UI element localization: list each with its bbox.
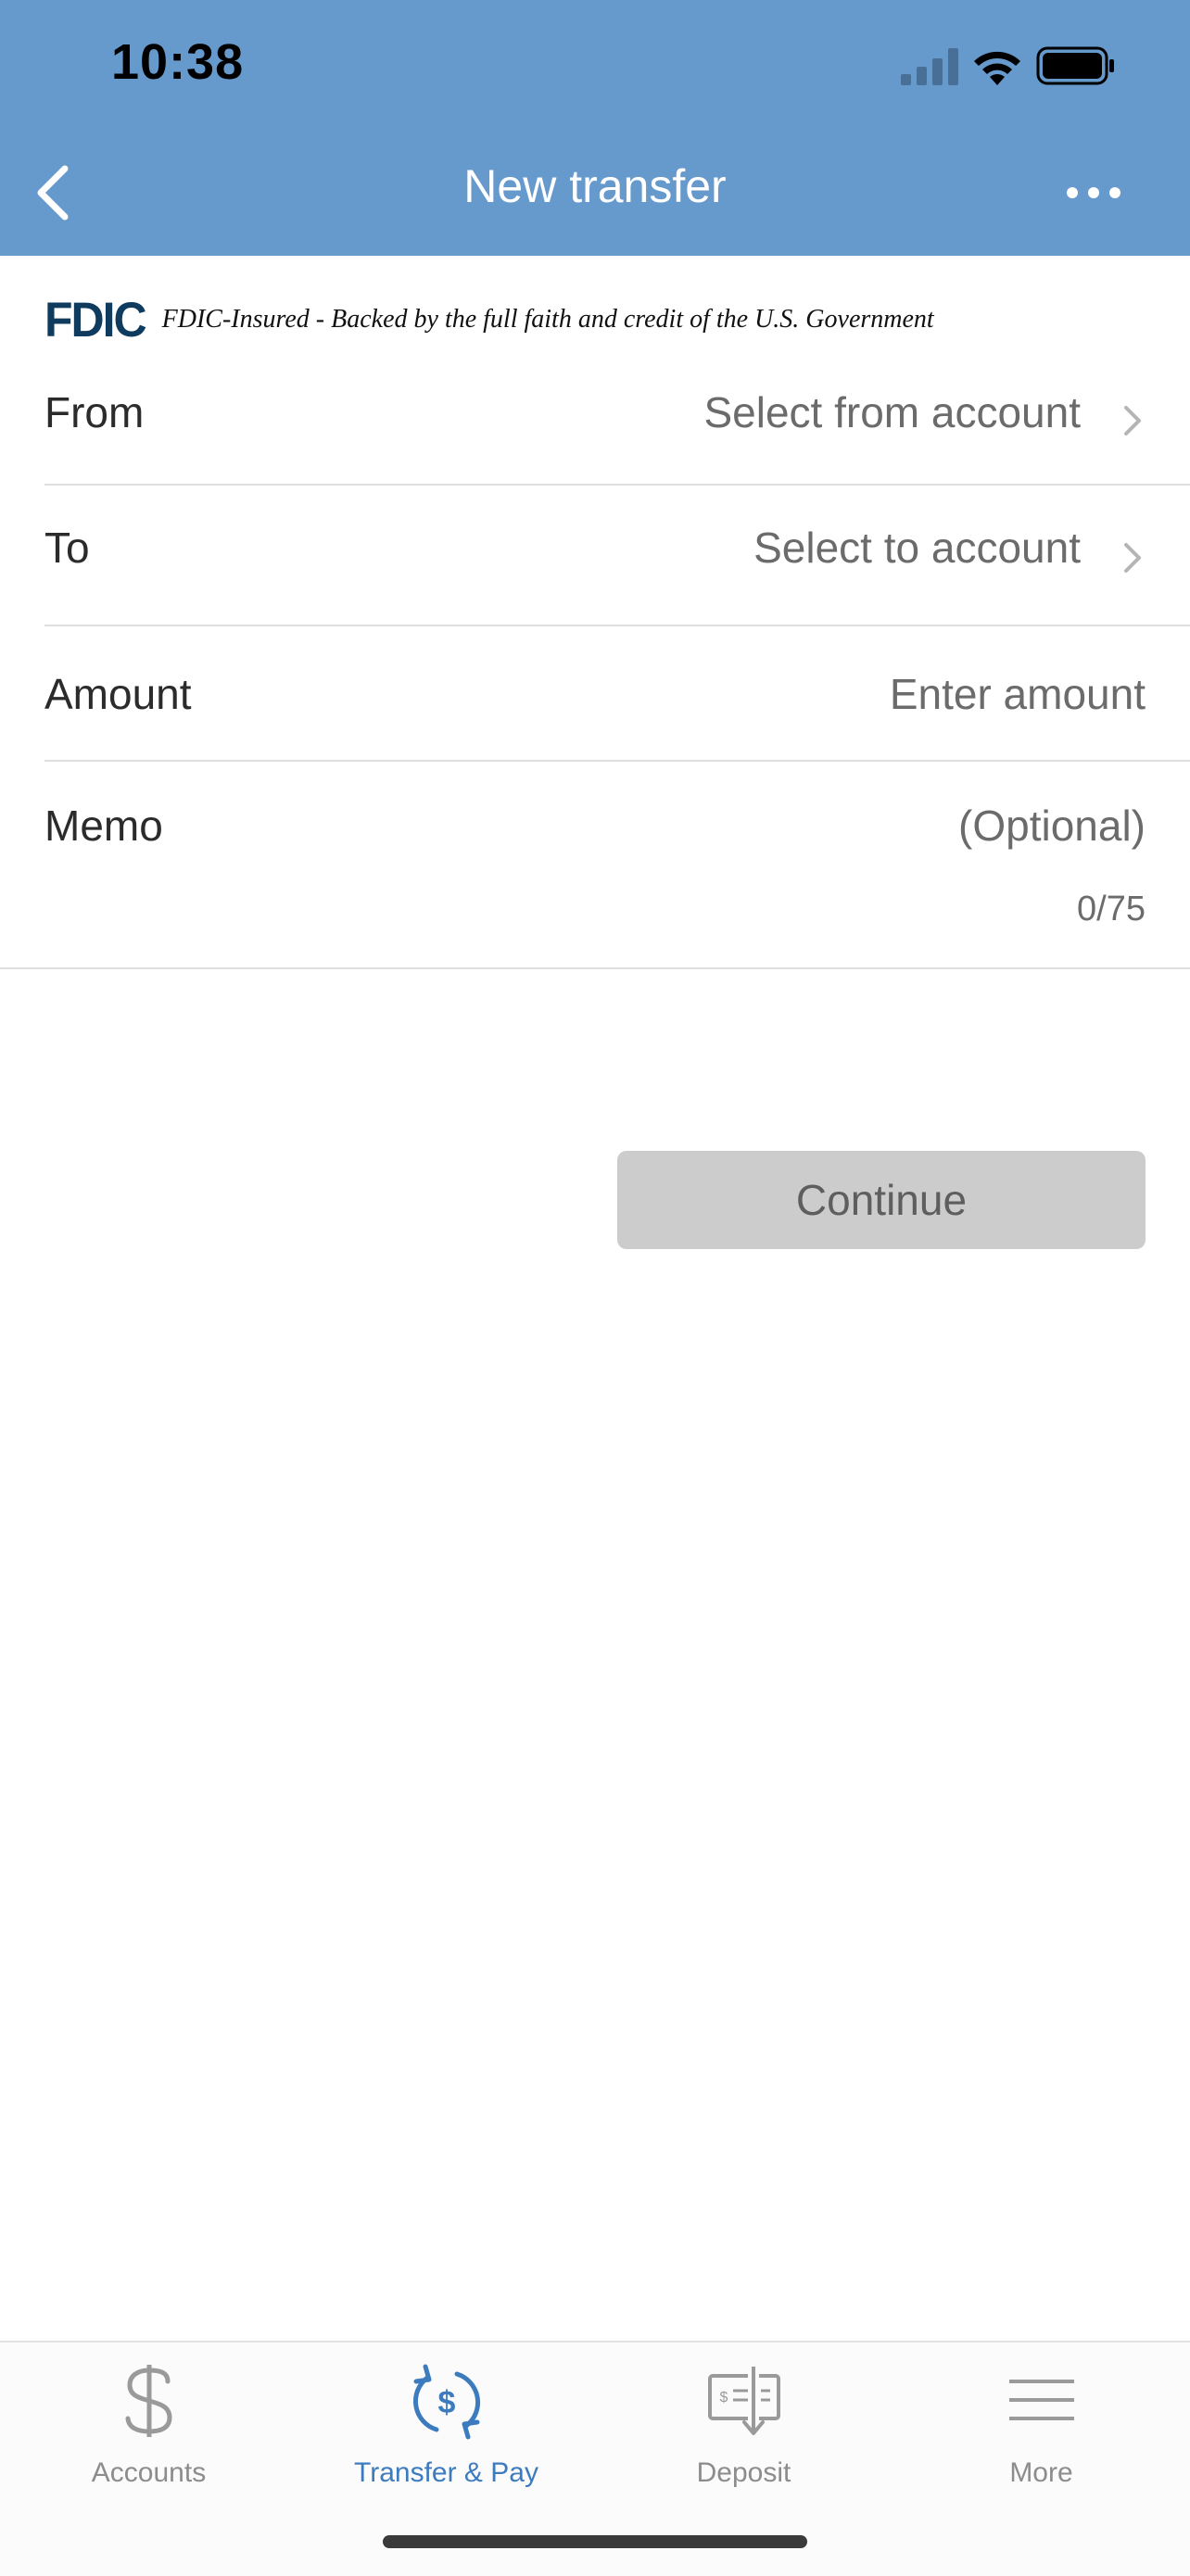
amount-input[interactable]: Enter amount xyxy=(890,669,1146,719)
memo-row[interactable]: Memo (Optional) xyxy=(44,762,1190,966)
chevron-right-icon xyxy=(1124,543,1141,573)
tab-label: Transfer & Pay xyxy=(354,2457,538,2488)
transfer-icon: $ xyxy=(412,2364,480,2440)
amount-row[interactable]: Amount Enter amount xyxy=(44,626,1190,762)
tab-deposit[interactable]: $ Deposit xyxy=(595,2342,892,2500)
continue-button[interactable]: Continue xyxy=(617,1151,1146,1249)
from-account-select[interactable]: Select from account xyxy=(703,387,1081,437)
fdic-banner: FDIC FDIC-Insured - Backed by the full f… xyxy=(44,293,934,347)
fdic-disclaimer: FDIC-Insured - Backed by the full faith … xyxy=(161,305,934,334)
memo-character-counter: 0/75 xyxy=(1077,890,1146,928)
tab-accounts[interactable]: Accounts xyxy=(0,2342,298,2500)
tab-transfer-pay[interactable]: $ Transfer & Pay xyxy=(298,2342,595,2500)
from-label: From xyxy=(44,388,145,436)
cellular-signal-icon xyxy=(901,48,958,85)
more-options-button[interactable] xyxy=(1057,170,1131,215)
wifi-icon xyxy=(974,51,1020,85)
home-indicator xyxy=(383,2535,807,2548)
battery-icon xyxy=(1036,46,1114,85)
menu-icon xyxy=(1008,2380,1074,2420)
fdic-logo: FDIC xyxy=(44,292,147,347)
dollar-icon xyxy=(125,2365,172,2437)
tab-label: Deposit xyxy=(696,2457,791,2488)
tab-label: Accounts xyxy=(91,2457,207,2488)
to-account-row[interactable]: To Select to account xyxy=(44,486,1190,625)
tab-label: More xyxy=(1009,2457,1073,2488)
amount-label: Amount xyxy=(44,670,192,718)
deposit-check-icon: $ xyxy=(707,2365,780,2435)
to-account-select[interactable]: Select to account xyxy=(753,523,1081,573)
status-time: 10:38 xyxy=(111,34,245,90)
header-bar: 10:38 New transfer xyxy=(0,0,1190,256)
svg-text:$: $ xyxy=(437,2385,455,2420)
page-title: New transfer xyxy=(463,160,727,212)
to-label: To xyxy=(44,524,90,572)
memo-label: Memo xyxy=(44,802,163,850)
memo-input[interactable]: (Optional) xyxy=(958,801,1146,851)
tab-more[interactable]: More xyxy=(892,2342,1190,2500)
svg-text:$: $ xyxy=(719,2390,728,2406)
divider xyxy=(0,967,1190,969)
chevron-right-icon xyxy=(1124,406,1141,436)
from-account-row[interactable]: From Select from account xyxy=(44,371,1190,486)
